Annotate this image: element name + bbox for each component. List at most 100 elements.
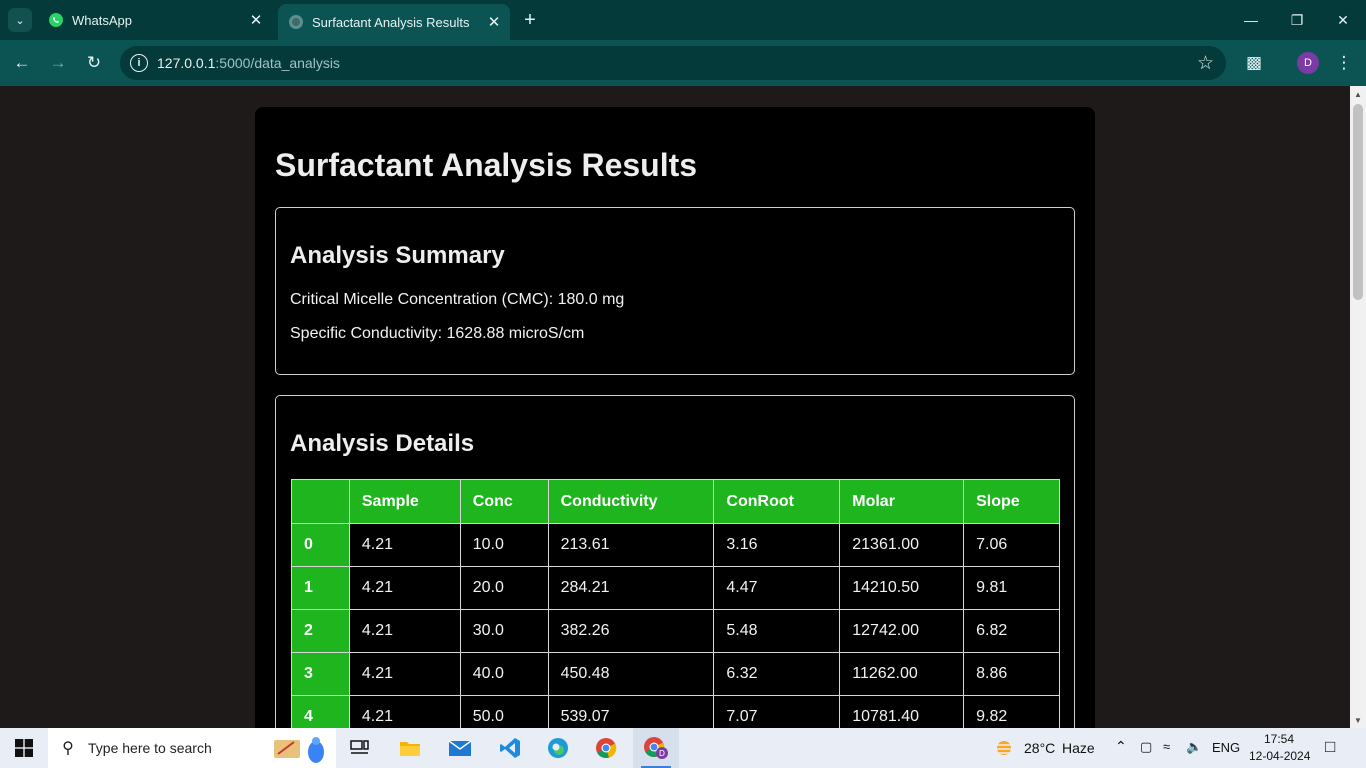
cell-sample: 4.21 <box>348 609 461 653</box>
browser-menu-button[interactable]: ⋮ <box>1330 49 1358 77</box>
cell-molar: 11262.00 <box>839 652 965 696</box>
taskbar-vscode[interactable] <box>487 728 533 768</box>
forward-button[interactable]: → <box>44 49 72 77</box>
close-window-button[interactable]: ✕ <box>1320 0 1366 40</box>
cell-conc: 30.0 <box>459 609 549 653</box>
address-bar[interactable]: i 127.0.0.1:5000/data_analysis ☆ <box>120 46 1226 80</box>
cell-conroot: 7.07 <box>713 695 841 728</box>
search-highlight-illustration-icon <box>270 732 330 764</box>
windows-logo-icon <box>15 739 33 757</box>
cell-sample: 4.21 <box>348 695 461 728</box>
cell-sample: 4.21 <box>348 523 461 567</box>
url-text[interactable]: 127.0.0.1:5000/data_analysis <box>157 55 340 71</box>
close-tab-icon[interactable]: ✕ <box>246 10 266 30</box>
scroll-up-icon[interactable]: ▲ <box>1350 86 1366 102</box>
taskbar-chrome[interactable] <box>583 728 629 768</box>
cell-molar: 10781.40 <box>839 695 965 728</box>
analysis-details-panel: Analysis Details Sample Conc Conductivit… <box>275 395 1075 728</box>
taskbar-mail[interactable] <box>437 728 483 768</box>
column-header-slope: Slope <box>963 479 1060 524</box>
table-row: 3 4.21 40.0 450.48 6.32 11262.00 8.86 <box>291 652 1060 696</box>
table-row: 2 4.21 30.0 382.26 5.48 12742.00 6.82 <box>291 609 1060 653</box>
row-index: 3 <box>291 652 350 696</box>
language-indicator[interactable]: ENG <box>1212 740 1240 755</box>
reload-button[interactable]: ↻ <box>80 49 108 77</box>
taskbar-edge[interactable] <box>535 728 581 768</box>
chevron-down-icon: ⌄ <box>15 14 25 27</box>
scroll-down-icon[interactable]: ▼ <box>1350 712 1366 728</box>
column-header-molar: Molar <box>839 479 965 524</box>
browser-toolbar: ← → ↻ i 127.0.0.1:5000/data_analysis ☆ ▩… <box>0 40 1366 86</box>
meet-now-icon[interactable]: ▢ <box>1140 739 1152 755</box>
close-icon: ✕ <box>1337 11 1349 28</box>
row-index: 2 <box>291 609 350 653</box>
vscode-icon <box>500 738 520 758</box>
profile-avatar[interactable]: D <box>1297 52 1319 74</box>
weather-desc[interactable]: Haze <box>1062 740 1095 756</box>
taskbar-search-box[interactable]: ⚲ Type here to search <box>48 728 336 768</box>
tab-label: Surfactant Analysis Results <box>312 14 470 30</box>
restore-button[interactable]: ❐ <box>1274 0 1320 40</box>
clock-date[interactable]: 12-04-2024 <box>1249 749 1310 763</box>
table-header-row: Sample Conc Conductivity ConRoot Molar S… <box>291 479 1060 524</box>
bookmark-star-icon[interactable]: ☆ <box>1197 52 1214 75</box>
show-hidden-icons-icon[interactable]: ⌃ <box>1115 738 1127 755</box>
cell-slope: 6.82 <box>963 609 1060 653</box>
browser-tab-strip: ⌄ WhatsApp ✕ Surfactant Analysis Results… <box>0 0 1366 40</box>
start-button[interactable] <box>0 728 48 768</box>
specific-conductivity-value: Specific Conductivity: 1628.88 microS/cm <box>290 325 585 342</box>
tab-whatsapp[interactable]: WhatsApp ✕ <box>40 0 272 40</box>
scrollbar-thumb[interactable] <box>1353 104 1363 300</box>
details-heading: Analysis Details <box>290 430 475 457</box>
cell-conroot: 3.16 <box>713 523 841 567</box>
chrome-icon <box>596 738 617 758</box>
page-viewport: Surfactant Analysis Results Analysis Sum… <box>0 86 1350 728</box>
whatsapp-icon <box>48 12 64 28</box>
column-header-index <box>291 479 350 524</box>
globe-icon <box>288 14 304 30</box>
column-header-conc: Conc <box>459 479 549 524</box>
cell-conc: 50.0 <box>459 695 549 728</box>
task-view-icon <box>350 740 369 754</box>
cell-sample: 4.21 <box>348 566 461 610</box>
search-placeholder: Type here to search <box>88 740 212 756</box>
volume-icon[interactable]: 🔈 <box>1186 739 1202 755</box>
column-header-conroot: ConRoot <box>713 479 841 524</box>
table-row: 4 4.21 50.0 539.07 7.07 10781.40 9.82 <box>291 695 1060 728</box>
url-host: 127.0.0.1 <box>157 55 216 71</box>
task-view-button[interactable] <box>337 728 383 768</box>
cell-slope: 8.86 <box>963 652 1060 696</box>
weather-temp[interactable]: 28°C <box>1024 740 1055 756</box>
url-path: :5000/data_analysis <box>215 55 340 71</box>
cell-slope: 9.82 <box>963 695 1060 728</box>
taskbar-chrome-profile-active[interactable]: D <box>633 728 679 768</box>
notifications-icon[interactable]: □ <box>1325 737 1335 757</box>
network-wifi-icon[interactable]: ≈ <box>1163 739 1170 754</box>
tab-surfactant-analysis[interactable]: Surfactant Analysis Results ✕ <box>278 4 510 40</box>
column-header-conductivity: Conductivity <box>547 479 715 524</box>
cell-conductivity: 539.07 <box>547 695 715 728</box>
extensions-button[interactable]: ▩ <box>1240 49 1268 77</box>
more-vertical-icon: ⋮ <box>1335 53 1353 72</box>
site-info-icon[interactable]: i <box>130 54 148 72</box>
tab-search-button[interactable]: ⌄ <box>8 8 32 32</box>
minimize-icon: — <box>1244 12 1258 28</box>
tab-label: WhatsApp <box>72 12 132 28</box>
puzzle-icon: ▩ <box>1245 53 1263 72</box>
column-header-sample: Sample <box>348 479 461 524</box>
reload-icon: ↻ <box>86 53 102 72</box>
mail-icon <box>448 740 472 756</box>
new-tab-button[interactable]: + <box>518 8 542 32</box>
close-tab-icon[interactable]: ✕ <box>484 12 504 32</box>
page-scrollbar[interactable]: ▲ ▼ <box>1350 86 1366 728</box>
clock-time[interactable]: 17:54 <box>1264 732 1294 746</box>
cell-conductivity: 284.21 <box>547 566 715 610</box>
weather-icon[interactable] <box>993 738 1015 763</box>
svg-text:D: D <box>659 749 665 758</box>
analysis-summary-panel: Analysis Summary Critical Micelle Concen… <box>275 207 1075 375</box>
taskbar-file-explorer[interactable] <box>387 728 433 768</box>
page-title: Surfactant Analysis Results <box>275 147 698 183</box>
minimize-button[interactable]: — <box>1228 0 1274 40</box>
cell-conroot: 6.32 <box>713 652 841 696</box>
back-button[interactable]: ← <box>8 49 36 77</box>
